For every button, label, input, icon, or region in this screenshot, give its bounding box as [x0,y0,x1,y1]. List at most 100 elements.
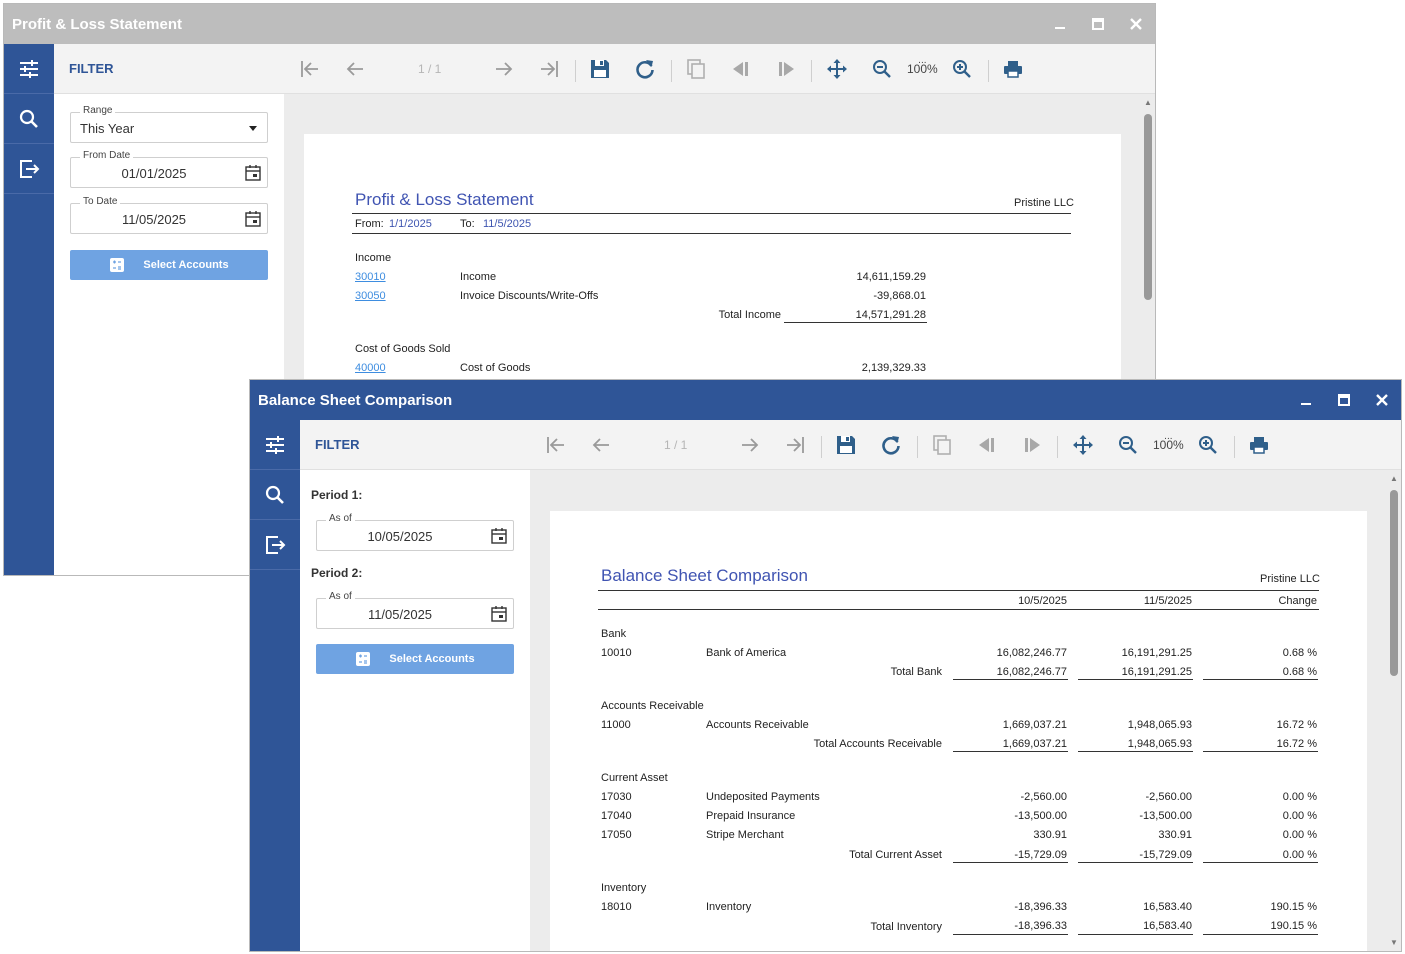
save-button[interactable] [587,44,613,94]
value-change: 0.00 % [1282,791,1317,803]
prev-page-button[interactable] [342,44,368,94]
scroll-thumb[interactable] [1390,490,1398,676]
total-period2: 16,191,291.25 [1121,666,1192,678]
print-button[interactable] [1000,44,1026,94]
pan-button[interactable] [824,44,850,94]
sliders-icon [266,435,284,454]
pan-button[interactable] [1070,420,1096,470]
zoom-more[interactable]: ... [918,56,926,66]
account-link[interactable]: 30010 [355,271,386,283]
total-label: Total Income [718,309,781,321]
filter-toggle-button[interactable] [4,44,54,94]
bs-report-viewer[interactable]: Balance Sheet Comparison Pristine LLC 10… [530,470,1401,951]
maximize-button[interactable] [1079,4,1117,44]
print-button[interactable] [1246,420,1272,470]
maximize-button[interactable] [1325,380,1363,420]
to-date-field[interactable]: To Date 11/05/2025 [70,196,268,234]
refresh-button[interactable] [878,420,904,470]
period1-date-field[interactable]: As of 10/05/2025 [316,513,514,551]
next-section-button[interactable] [1019,420,1045,470]
close-button[interactable] [1363,380,1401,420]
account-link[interactable]: 40000 [355,362,386,374]
bs-scrollbar[interactable]: ▲ ▼ [1387,470,1401,951]
search-icon [265,485,284,504]
zoom-level[interactable]: 100%... [907,44,938,94]
next-section-button[interactable] [773,44,799,94]
search-button[interactable] [4,94,54,144]
scroll-down-icon[interactable]: ▼ [1389,939,1399,947]
section-heading: Bank [601,628,627,640]
select-accounts-button[interactable]: Select Accounts [70,250,268,280]
account-number: 11000 [601,719,631,731]
to-label: To: [460,218,475,230]
zoom-in-button[interactable] [949,44,975,94]
period2-date-field[interactable]: As of 11/05/2025 [316,591,514,629]
account-link[interactable]: 30050 [355,290,386,302]
total-period2: 1,948,065.93 [1127,738,1192,750]
zoom-out-button[interactable] [1115,420,1141,470]
total-period1: -15,729.09 [1014,849,1067,861]
calendar-icon[interactable] [244,164,262,182]
save-button[interactable] [833,420,859,470]
to-date-value: 11/05/2025 [121,212,187,227]
value-period2: -13,500.00 [1139,810,1192,822]
prev-page-button[interactable] [588,420,614,470]
zoom-out-button[interactable] [869,44,895,94]
total-change: 0.68 % [1282,666,1317,678]
range-value: This Year [80,121,135,136]
scroll-up-icon[interactable]: ▲ [1143,99,1153,107]
scroll-up-icon[interactable]: ▲ [1389,475,1399,483]
column-header: 11/5/2025 [1143,595,1192,607]
export-button[interactable] [250,520,300,570]
prev-section-button[interactable] [974,420,1000,470]
calendar-icon[interactable] [244,210,262,228]
pl-titlebar[interactable]: Profit & Loss Statement [4,4,1155,44]
from-date-field[interactable]: From Date 01/01/2025 [70,150,268,188]
arrow-left-icon [592,438,609,452]
copy-button[interactable] [929,420,955,470]
bs-side-rail [250,420,300,951]
period2-label: Period 2: [311,566,363,580]
total-period2: 16,583.40 [1143,920,1192,932]
calendar-icon[interactable] [490,527,508,545]
calendar-icon[interactable] [490,605,508,623]
first-page-button[interactable] [543,420,569,470]
minimize-button[interactable] [1041,4,1079,44]
zoom-in-button[interactable] [1195,420,1221,470]
export-button[interactable] [4,144,54,194]
range-label: Range [80,105,116,116]
copy-button[interactable] [683,44,709,94]
range-select[interactable]: Range This Year [70,105,268,143]
close-button[interactable] [1117,4,1155,44]
total-label: Total Accounts Receivable [813,738,942,750]
filter-toggle-button[interactable] [250,420,300,470]
bs-titlebar[interactable]: Balance Sheet Comparison [250,380,1401,420]
search-button[interactable] [250,470,300,520]
zoom-in-icon [953,60,971,78]
calculator-icon [356,652,371,666]
prev-section-button[interactable] [728,44,754,94]
first-page-button[interactable] [297,44,323,94]
copy-icon [933,435,951,455]
zoom-level[interactable]: 100%... [1153,420,1184,470]
arrow-left-icon [346,62,363,76]
last-page-button[interactable] [536,44,562,94]
next-page-button[interactable] [737,420,763,470]
select-accounts-button[interactable]: Select Accounts [316,644,514,674]
maximize-icon [1092,18,1104,30]
column-header: 10/5/2025 [1018,595,1067,607]
filter-label: FILTER [69,61,114,76]
zoom-more[interactable]: ... [1164,432,1172,442]
minimize-button[interactable] [1287,380,1325,420]
value-change: 0.00 % [1282,810,1317,822]
cogs-heading: Cost of Goods Sold [355,343,451,355]
refresh-button[interactable] [632,44,658,94]
last-page-button[interactable] [782,420,808,470]
bs-window: Balance Sheet Comparison FILTER 1 / 1 10… [249,379,1402,952]
bs-window-title: Balance Sheet Comparison [258,391,453,409]
account-amount: 2,139,329.33 [861,362,926,374]
section-heading: Inventory [601,882,647,894]
scroll-thumb[interactable] [1144,114,1152,300]
arrow-right-icon [742,438,759,452]
next-page-button[interactable] [491,44,517,94]
